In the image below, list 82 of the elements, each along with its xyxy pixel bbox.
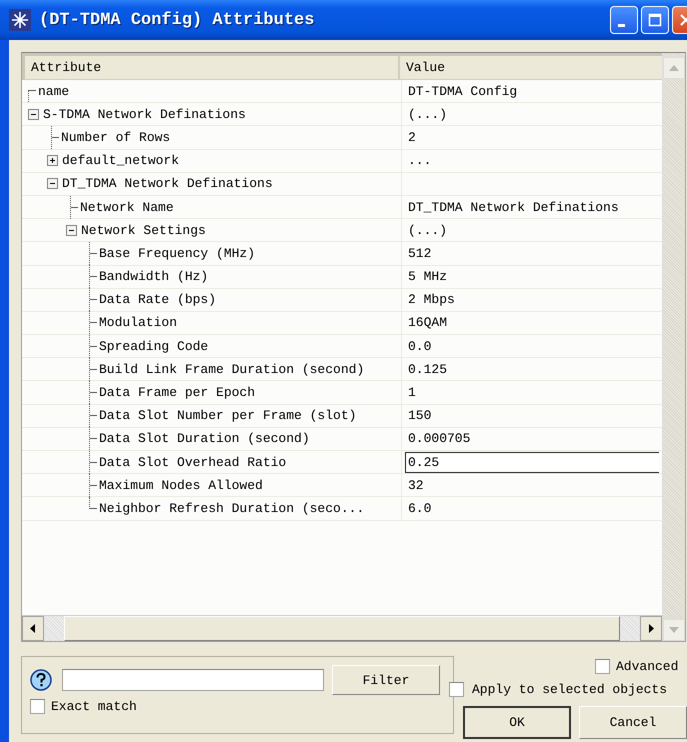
- checkbox[interactable]: [595, 658, 610, 674]
- attribute-name[interactable]: Data Slot Overhead Ratio: [99, 454, 286, 470]
- tree-connector: [51, 126, 61, 149]
- attribute-value: 0.000705: [408, 431, 470, 446]
- tree-connector: [89, 404, 99, 428]
- attribute-name[interactable]: Data Frame per Epoch: [99, 385, 256, 400]
- scroll-track[interactable]: [620, 616, 640, 641]
- attribute-name[interactable]: Data Slot Number per Frame (slot): [99, 408, 356, 424]
- ok-button[interactable]: OK: [463, 706, 571, 739]
- attribute-name[interactable]: Maximum Nodes Allowed: [99, 478, 263, 493]
- attribute-name[interactable]: S-TDMA Network Definations: [43, 106, 246, 122]
- tree-connector: [28, 90, 38, 102]
- attribute-value: ...: [408, 153, 432, 168]
- maximize-button[interactable]: [641, 6, 669, 34]
- tree-connector: [89, 358, 99, 381]
- attribute-value: (...): [408, 222, 448, 238]
- attribute-value: 2 Mbps: [408, 292, 455, 308]
- scroll-track[interactable]: [44, 616, 64, 641]
- scroll-left-button[interactable]: [22, 616, 44, 641]
- attribute-name[interactable]: Spreading Code: [99, 338, 208, 354]
- horizontal-scrollbar[interactable]: [22, 615, 662, 641]
- filter-field[interactable]: [62, 669, 324, 691]
- attribute-name[interactable]: Bandwidth (Hz): [99, 269, 208, 284]
- checkbox[interactable]: [30, 699, 45, 714]
- tree-connector: [70, 196, 80, 219]
- maximize-icon: [648, 13, 662, 27]
- right-arrow-icon: [648, 624, 654, 633]
- attribute-value: DT-TDMA Config: [408, 84, 518, 99]
- window-title: (DT-TDMA Config) Attributes: [39, 10, 316, 30]
- attribute-value: (...): [408, 106, 448, 122]
- attribute-value: 0.125: [408, 362, 448, 377]
- up-arrow-icon: [669, 65, 679, 71]
- down-arrow-icon: [669, 627, 679, 633]
- attribute-value: 0.0: [408, 338, 432, 354]
- scrollbar-thumb[interactable]: [64, 616, 620, 641]
- minimize-button[interactable]: [610, 6, 638, 34]
- attribute-value: 2: [408, 130, 416, 145]
- attribute-name[interactable]: Data Slot Duration (second): [99, 431, 310, 446]
- attribute-value: 6.0: [408, 500, 432, 516]
- filter-button[interactable]: Filter: [332, 665, 440, 695]
- cancel-button[interactable]: Cancel: [579, 706, 687, 739]
- value-field[interactable]: 0.25: [405, 452, 659, 473]
- left-arrow-icon: [30, 624, 36, 633]
- attribute-name[interactable]: name: [38, 84, 70, 99]
- attribute-name[interactable]: Base Frequency (MHz): [99, 246, 256, 261]
- column-header[interactable]: Value: [400, 56, 662, 79]
- tree-connector: [89, 265, 99, 288]
- attribute-name[interactable]: Build Link Frame Duration (second): [99, 362, 364, 377]
- checkbox-label[interactable]: Advanced: [616, 658, 678, 674]
- checkbox-label[interactable]: Exact match: [51, 699, 137, 714]
- expand-toggle[interactable]: [47, 155, 58, 166]
- tree-connector: [89, 288, 99, 312]
- collapse-toggle[interactable]: [47, 178, 58, 190]
- attribute-value: 150: [408, 408, 432, 424]
- attribute-name[interactable]: DT_TDMA Network Definations: [62, 176, 273, 192]
- star-icon: [9, 9, 31, 31]
- collapse-toggle[interactable]: [66, 224, 77, 236]
- tree-connector: [89, 427, 99, 450]
- attribute-value: 16QAM: [408, 315, 448, 330]
- attribute-value: DT_TDMA Network Definations: [408, 200, 619, 215]
- attribute-name[interactable]: Modulation: [99, 315, 178, 330]
- tree-connector: [89, 242, 99, 265]
- attribute-name[interactable]: Network Settings: [81, 222, 206, 238]
- attribute-name[interactable]: default_network: [62, 153, 180, 168]
- attribute-value: 32: [408, 478, 424, 493]
- checkbox-label[interactable]: Apply to selected objects: [472, 682, 668, 696]
- attribute-name[interactable]: Network Name: [80, 200, 174, 215]
- attribute-value: 5 MHz: [408, 269, 448, 284]
- help-icon[interactable]: [30, 669, 52, 691]
- scroll-right-button[interactable]: [640, 616, 662, 641]
- attribute-name[interactable]: Neighbor Refresh Duration (seco...: [99, 500, 364, 516]
- tree-connector: [89, 311, 99, 334]
- attribute-value: 512: [408, 246, 432, 261]
- tree-connector: [89, 334, 99, 358]
- attribute-value: 1: [408, 385, 416, 400]
- tree-connector: [89, 450, 99, 474]
- minimize-icon: [618, 24, 625, 26]
- attribute-name[interactable]: Data Rate (bps): [99, 292, 216, 308]
- checkbox[interactable]: [449, 682, 464, 696]
- collapse-toggle[interactable]: [28, 108, 39, 120]
- tree-connector: [89, 381, 99, 404]
- attribute-name[interactable]: Number of Rows: [61, 130, 170, 145]
